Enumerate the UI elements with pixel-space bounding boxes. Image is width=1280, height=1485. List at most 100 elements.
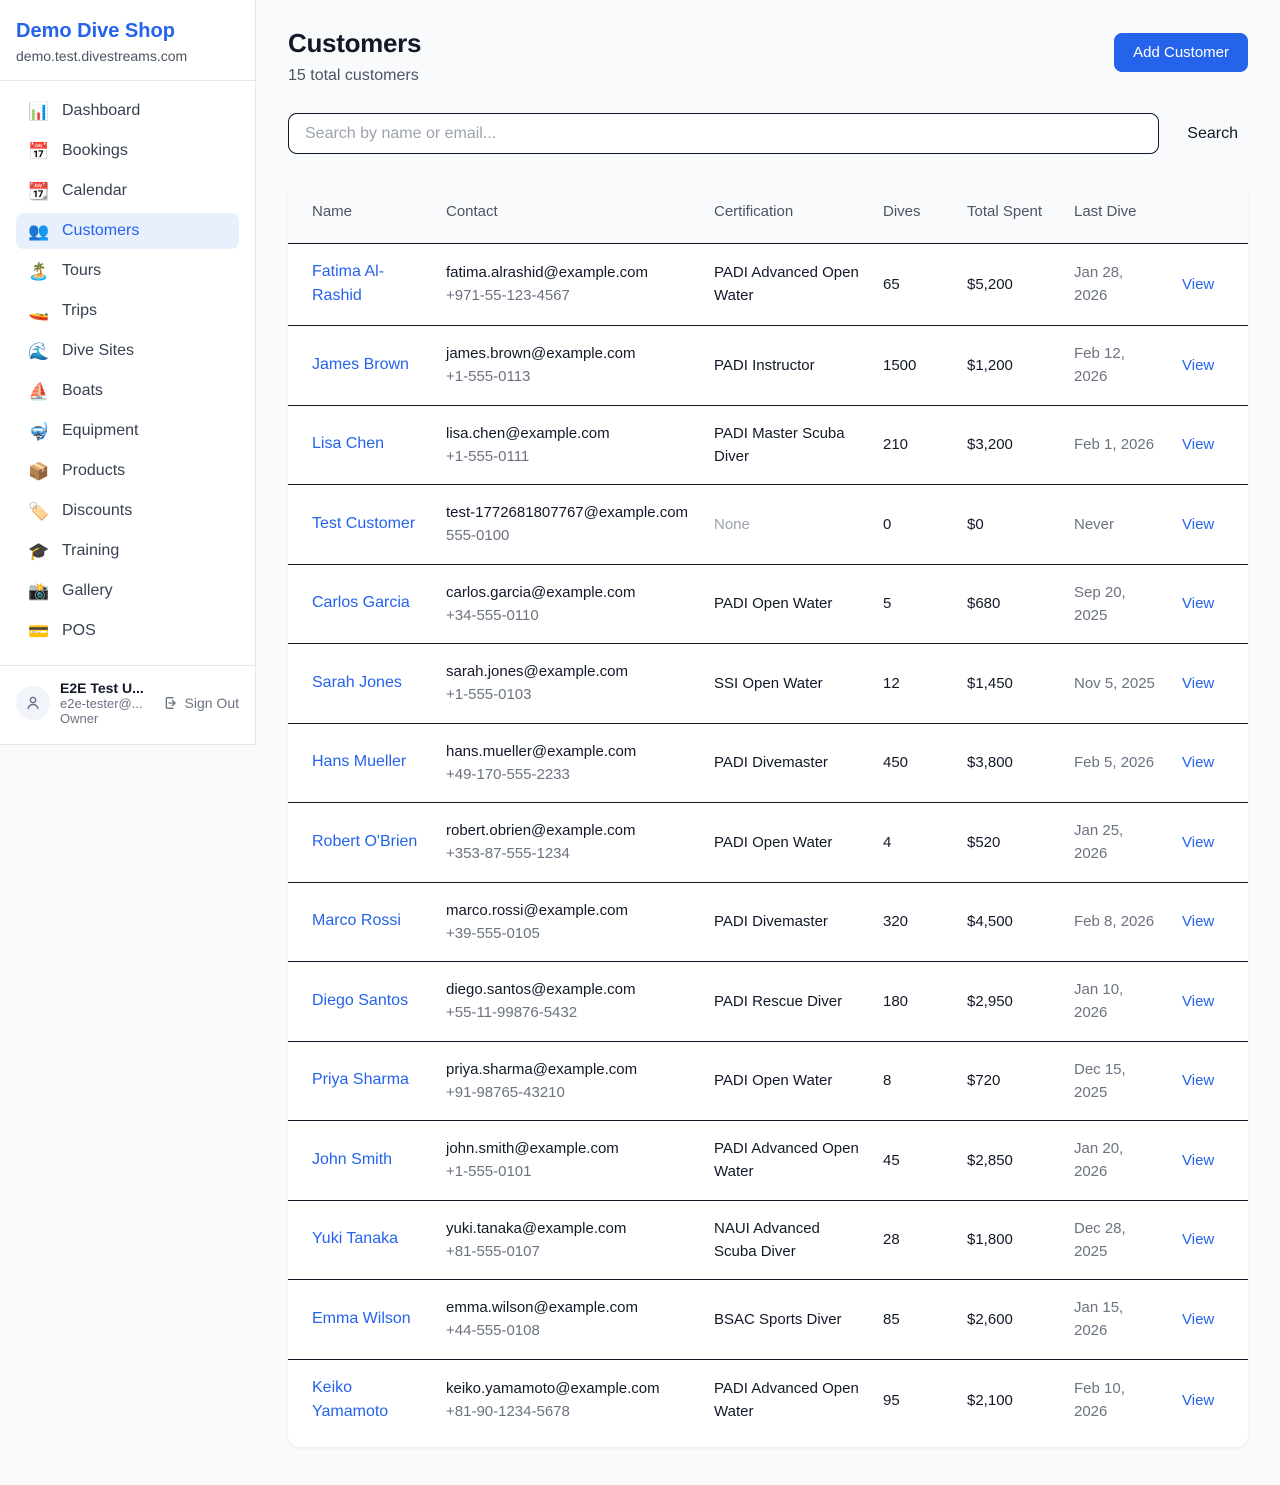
view-link[interactable]: View (1170, 326, 1248, 406)
view-link[interactable]: View (1170, 723, 1248, 803)
customer-certification: PADI Master Scuba Diver (702, 405, 871, 485)
sidebar-item-dashboard[interactable]: 📊 Dashboard (16, 93, 239, 129)
nav-item-icon: 👥 (28, 223, 50, 240)
customer-phone: +39-555-0105 (446, 922, 690, 945)
customer-email: sarah.jones@example.com (446, 660, 690, 683)
view-link[interactable]: View (1170, 243, 1248, 326)
customer-name-link[interactable]: Diego Santos (288, 962, 434, 1042)
nav-item-label: Equipment (62, 422, 139, 440)
table-row: Test Customer test-1772681807767@example… (288, 485, 1248, 565)
nav-item-icon: ⛵ (28, 383, 50, 400)
sidebar-item-training[interactable]: 🎓 Training (16, 533, 239, 569)
view-link[interactable]: View (1170, 962, 1248, 1042)
sidebar-item-equipment[interactable]: 🤿 Equipment (16, 413, 239, 449)
customer-name-link[interactable]: John Smith (288, 1121, 434, 1201)
customer-name-link[interactable]: Carlos Garcia (288, 564, 434, 644)
table-row: Priya Sharma priya.sharma@example.com +9… (288, 1041, 1248, 1121)
table-row: Robert O'Brien robert.obrien@example.com… (288, 803, 1248, 883)
customer-last-dive: Feb 8, 2026 (1062, 882, 1170, 962)
user-block: E2E Test U... e2e-tester@... Owner Sign … (0, 665, 255, 744)
search-button[interactable]: Search (1177, 125, 1248, 143)
sidebar-nav: 📊 Dashboard 📅 Bookings 📆 Calendar 👥 Cust… (0, 81, 255, 665)
view-link[interactable]: View (1170, 1041, 1248, 1121)
customer-name-link[interactable]: Test Customer (288, 485, 434, 565)
sidebar-item-boats[interactable]: ⛵ Boats (16, 373, 239, 409)
customer-total-spent: $680 (955, 564, 1062, 644)
shop-name: Demo Dive Shop (16, 18, 239, 44)
sidebar-item-trips[interactable]: 🚤 Trips (16, 293, 239, 329)
customer-total-spent: $1,800 (955, 1200, 1062, 1280)
sidebar-item-products[interactable]: 📦 Products (16, 453, 239, 489)
customer-certification: PADI Divemaster (702, 882, 871, 962)
customer-phone: +34-555-0110 (446, 604, 690, 627)
search-input[interactable] (288, 113, 1159, 154)
customer-last-dive: Jan 15, 2026 (1062, 1280, 1170, 1360)
add-customer-button[interactable]: Add Customer (1114, 33, 1248, 72)
nav-item-label: POS (62, 622, 96, 640)
customer-phone: +81-555-0107 (446, 1240, 690, 1263)
customer-name-link[interactable]: Yuki Tanaka (288, 1200, 434, 1280)
sidebar-item-gallery[interactable]: 📸 Gallery (16, 573, 239, 609)
customer-last-dive: Jan 10, 2026 (1062, 962, 1170, 1042)
customer-name-link[interactable]: Priya Sharma (288, 1041, 434, 1121)
customer-name-link[interactable]: Fatima Al-Rashid (288, 243, 434, 326)
sidebar-item-customers[interactable]: 👥 Customers (16, 213, 239, 249)
sidebar-item-discounts[interactable]: 🏷️ Discounts (16, 493, 239, 529)
customer-name-link[interactable]: Lisa Chen (288, 405, 434, 485)
customer-total-spent: $5,200 (955, 243, 1062, 326)
customer-name-link[interactable]: Marco Rossi (288, 882, 434, 962)
customer-name-link[interactable]: Hans Mueller (288, 723, 434, 803)
customer-contact-cell: sarah.jones@example.com +1-555-0103 (434, 644, 702, 724)
view-link[interactable]: View (1170, 564, 1248, 644)
nav-item-icon: 📊 (28, 103, 50, 120)
customer-last-dive: Dec 28, 2025 (1062, 1200, 1170, 1280)
sidebar-item-tours[interactable]: 🏝️ Tours (16, 253, 239, 289)
sign-out-button[interactable]: Sign Out (163, 695, 239, 711)
customer-contact-cell: carlos.garcia@example.com +34-555-0110 (434, 564, 702, 644)
view-link[interactable]: View (1170, 644, 1248, 724)
customer-name-link[interactable]: James Brown (288, 326, 434, 406)
customer-total-spent: $520 (955, 803, 1062, 883)
customer-dives: 450 (871, 723, 955, 803)
sidebar-item-dive-sites[interactable]: 🌊 Dive Sites (16, 333, 239, 369)
nav-item-icon: 💳 (28, 623, 50, 640)
view-link[interactable]: View (1170, 1121, 1248, 1201)
customer-name-link[interactable]: Robert O'Brien (288, 803, 434, 883)
nav-item-label: Calendar (62, 182, 127, 200)
customer-contact-cell: diego.santos@example.com +55-11-99876-54… (434, 962, 702, 1042)
customers-table-card: Name Contact Certification Dives Total S… (288, 181, 1248, 1447)
customer-certification: None (702, 485, 871, 565)
customer-dives: 210 (871, 405, 955, 485)
view-link[interactable]: View (1170, 1200, 1248, 1280)
sidebar-item-pos[interactable]: 💳 POS (16, 613, 239, 649)
view-link[interactable]: View (1170, 1280, 1248, 1360)
sidebar-item-calendar[interactable]: 📆 Calendar (16, 173, 239, 209)
page-header-text: Customers 15 total customers (288, 28, 421, 85)
view-link[interactable]: View (1170, 1359, 1248, 1447)
nav-item-label: Boats (62, 382, 103, 400)
view-link[interactable]: View (1170, 485, 1248, 565)
customer-dives: 320 (871, 882, 955, 962)
column-header-name: Name (288, 181, 434, 243)
customer-total-spent: $2,100 (955, 1359, 1062, 1447)
view-link[interactable]: View (1170, 803, 1248, 883)
customer-name-link[interactable]: Sarah Jones (288, 644, 434, 724)
customer-name-link[interactable]: Keiko Yamamoto (288, 1359, 434, 1447)
customer-name-link[interactable]: Emma Wilson (288, 1280, 434, 1360)
customer-email: keiko.yamamoto@example.com (446, 1377, 690, 1400)
customer-phone: +55-11-99876-5432 (446, 1001, 690, 1024)
shop-logo-block: Demo Dive Shop demo.test.divestreams.com (0, 0, 255, 81)
page-header: Customers 15 total customers Add Custome… (288, 28, 1248, 85)
table-row: Diego Santos diego.santos@example.com +5… (288, 962, 1248, 1042)
view-link[interactable]: View (1170, 405, 1248, 485)
customer-phone: +1-555-0101 (446, 1160, 690, 1183)
customer-total-spent: $3,200 (955, 405, 1062, 485)
customer-total-spent: $2,850 (955, 1121, 1062, 1201)
column-header-dives: Dives (871, 181, 955, 243)
column-header-certification: Certification (702, 181, 871, 243)
view-link[interactable]: View (1170, 882, 1248, 962)
table-header: Name Contact Certification Dives Total S… (288, 181, 1248, 243)
customer-last-dive: Dec 15, 2025 (1062, 1041, 1170, 1121)
user-email: e2e-tester@... (60, 696, 153, 711)
sidebar-item-bookings[interactable]: 📅 Bookings (16, 133, 239, 169)
